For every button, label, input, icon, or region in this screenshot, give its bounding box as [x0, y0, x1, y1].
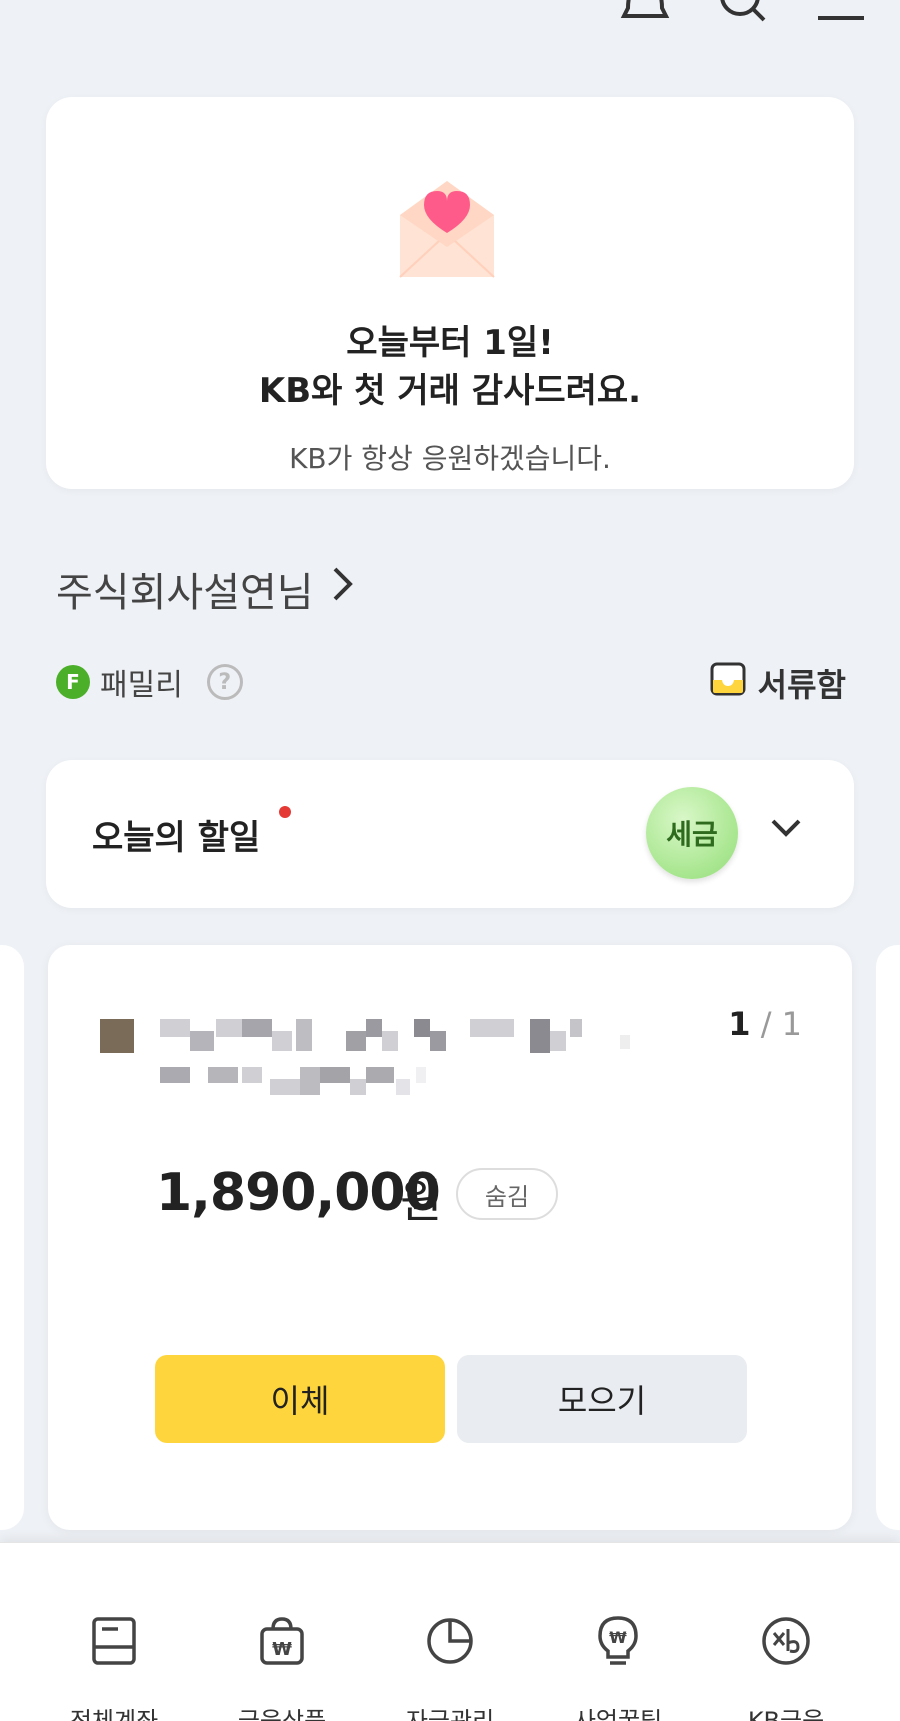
nav-label-fund-management: 자금관리: [405, 1707, 495, 1721]
company-name-link[interactable]: 주식회사설연님: [56, 560, 354, 618]
todays-tasks-title: 오늘의 할일: [92, 818, 261, 858]
chevron-down-icon[interactable]: [770, 818, 802, 842]
promo-headline-line2: KB와 첫 거래 감사드려요.: [258, 371, 642, 411]
fund-management-icon: [424, 1615, 476, 1667]
transfer-button[interactable]: 이체: [155, 1355, 445, 1443]
next-card-peek[interactable]: [876, 945, 900, 1530]
header-icons: [620, 0, 866, 26]
kb-finance-icon: [760, 1615, 812, 1667]
currency-unit: 원: [400, 1174, 443, 1228]
love-letter-icon: [394, 175, 500, 285]
search-icon[interactable]: [718, 0, 768, 26]
svg-text:₩: ₩: [272, 1639, 292, 1660]
account-balance: 1,890,000: [156, 1163, 441, 1223]
help-icon[interactable]: ?: [206, 664, 243, 700]
nav-label-financial-products: 금융상품: [237, 1707, 327, 1721]
nav-label-business-tips: 사업꿀팁: [573, 1707, 663, 1721]
family-badge-icon: F: [56, 665, 90, 699]
collect-button[interactable]: 모으기: [457, 1355, 747, 1443]
card-pager: 1 / 1: [728, 1005, 802, 1043]
bottom-navigation: 전체계좌 ₩ 금융상품 자금관리 ₩ 사업꿀팁 KB금융: [0, 1542, 900, 1721]
promo-headline-line1: 오늘부터 1일!: [346, 323, 554, 363]
hide-balance-button[interactable]: 숨김: [456, 1168, 558, 1220]
masked-account-info: [100, 1005, 700, 1105]
menu-icon[interactable]: [816, 0, 866, 26]
promo-subtext: KB가 항상 응원하겠습니다.: [289, 442, 611, 475]
business-tips-icon: ₩: [592, 1615, 644, 1667]
family-membership: F 패밀리 ?: [56, 660, 243, 704]
nav-all-accounts[interactable]: 전체계좌: [39, 1543, 189, 1721]
svg-text:₩: ₩: [609, 1628, 627, 1647]
document-box-button[interactable]: 서류함: [710, 660, 846, 706]
nav-label-kb-finance: KB금융: [747, 1707, 825, 1721]
account-card[interactable]: 1 / 1 1,890,000 원 숨김 이체 모으기: [48, 945, 852, 1530]
pager-current: 1: [728, 1005, 751, 1043]
family-label: 패밀리: [100, 668, 183, 703]
promo-headline: 오늘부터 1일! KB와 첫 거래 감사드려요.: [46, 319, 854, 415]
company-name: 주식회사설연님: [56, 570, 314, 616]
notification-dot: [279, 806, 291, 818]
nav-fund-management[interactable]: 자금관리: [375, 1543, 525, 1721]
all-accounts-icon: [88, 1615, 140, 1667]
document-box-label: 서류함: [757, 666, 846, 704]
pager-total: / 1: [760, 1005, 802, 1043]
tax-badge[interactable]: 세금: [646, 787, 738, 879]
financial-products-icon: ₩: [256, 1615, 308, 1667]
welcome-promo-card[interactable]: 오늘부터 1일! KB와 첫 거래 감사드려요. KB가 항상 응원하겠습니다.: [46, 97, 854, 489]
nav-business-tips[interactable]: ₩ 사업꿀팁: [543, 1543, 693, 1721]
previous-card-peek[interactable]: [0, 945, 24, 1530]
nav-label-all-accounts: 전체계좌: [69, 1707, 159, 1721]
bell-icon[interactable]: [620, 0, 670, 26]
nav-financial-products[interactable]: ₩ 금융상품: [207, 1543, 357, 1721]
chevron-right-icon: [332, 566, 354, 612]
todays-tasks-card[interactable]: 오늘의 할일 세금: [46, 760, 854, 908]
nav-kb-finance[interactable]: KB금융: [711, 1543, 861, 1721]
inbox-icon: [710, 662, 746, 704]
